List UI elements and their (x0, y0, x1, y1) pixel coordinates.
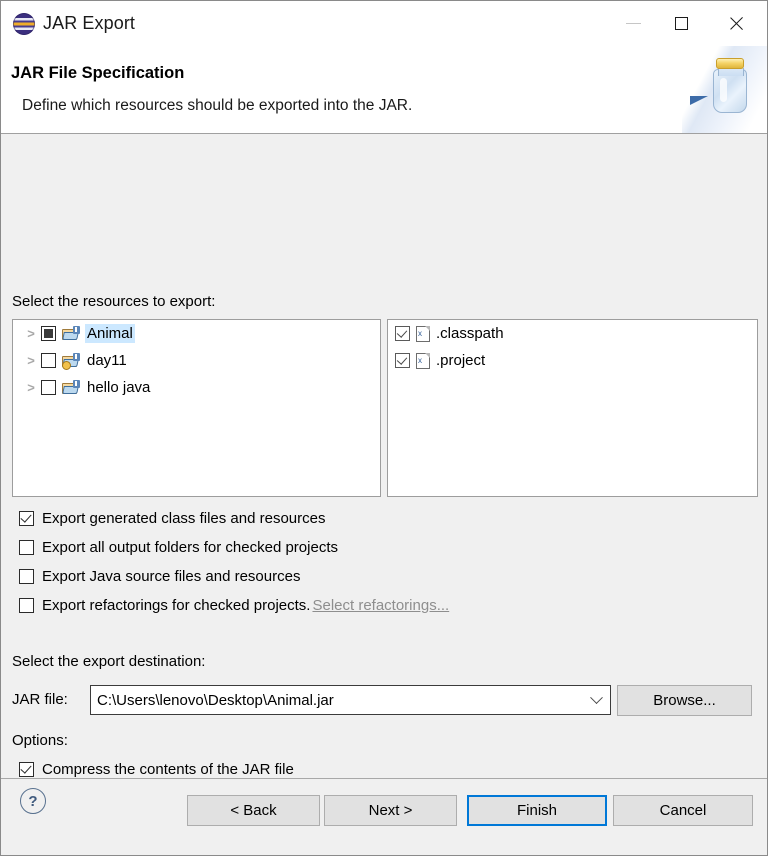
project-folder-icon (62, 380, 80, 396)
dialog-footer: ? < Back Next > Finish Cancel (1, 778, 767, 855)
xml-file-icon: x (416, 353, 430, 369)
jar-lid (716, 58, 744, 69)
jar-shine (720, 78, 727, 102)
checkbox-box[interactable] (19, 540, 34, 555)
jar-file-input[interactable]: C:\Users\lenovo\Desktop\Animal.jar (91, 692, 582, 709)
checkbox-export-refactorings[interactable]: Export refactorings for checked projects… (19, 594, 449, 616)
tree-item-label[interactable]: Animal (85, 324, 135, 343)
tree-checkbox[interactable] (41, 380, 56, 395)
maximize-button[interactable] (657, 1, 705, 46)
page-title: JAR File Specification (11, 64, 184, 83)
project-folder-icon (62, 326, 80, 342)
close-button[interactable] (705, 1, 767, 46)
checkbox-box[interactable] (19, 569, 34, 584)
finish-button[interactable]: Finish (467, 795, 607, 826)
window-controls (609, 1, 767, 46)
jar-neck (718, 68, 744, 76)
jar-file-combo[interactable]: C:\Users\lenovo\Desktop\Animal.jar (90, 685, 611, 715)
next-button[interactable]: Next > (324, 795, 457, 826)
chevron-right-icon[interactable]: > (21, 354, 41, 367)
minimize-button[interactable] (609, 1, 657, 46)
checkbox-label: Export all output folders for checked pr… (42, 539, 338, 556)
checkbox-export-java-source-files[interactable]: Export Java source files and resources (19, 565, 300, 587)
help-icon[interactable]: ? (20, 788, 46, 814)
list-item[interactable]: x .project (388, 347, 757, 374)
minimize-icon (626, 23, 641, 24)
xml-file-icon: x (416, 326, 430, 342)
checkbox-label: Export Java source files and resources (42, 568, 300, 585)
project-folder-warning-icon (62, 353, 80, 369)
browse-button[interactable]: Browse... (617, 685, 752, 716)
select-refactorings-link: Select refactorings... (312, 597, 449, 614)
window-title: JAR Export (43, 13, 135, 34)
tree-row[interactable]: > hello java (13, 374, 380, 401)
chevron-down-icon[interactable] (582, 696, 610, 705)
tree-item-label[interactable]: day11 (85, 351, 129, 370)
checkbox-label: Compress the contents of the JAR file (42, 761, 294, 778)
eclipse-icon (13, 13, 35, 35)
file-item-label[interactable]: .project (434, 351, 487, 370)
title-bar: JAR Export (1, 1, 767, 46)
checkbox-export-generated-class-files[interactable]: Export generated class files and resourc… (19, 507, 325, 529)
checkbox-compress-contents[interactable]: Compress the contents of the JAR file (19, 758, 294, 780)
jar-export-dialog: JAR Export JAR File Specification Define… (0, 0, 768, 856)
page-description: Define which resources should be exporte… (22, 97, 412, 115)
wizard-header: JAR File Specification Define which reso… (1, 46, 767, 134)
checkbox-box[interactable] (19, 762, 34, 777)
close-icon (728, 15, 745, 32)
jar-bottle-icon (682, 46, 767, 133)
back-button[interactable]: < Back (187, 795, 320, 826)
tree-row[interactable]: > day11 (13, 347, 380, 374)
file-checkbox[interactable] (395, 353, 410, 368)
cancel-button[interactable]: Cancel (613, 795, 753, 826)
jar-file-label: JAR file: (12, 691, 68, 708)
title-bar-left: JAR Export (1, 13, 135, 35)
tree-checkbox[interactable] (41, 326, 56, 341)
dialog-body: Select the resources to export: > Animal… (1, 134, 767, 778)
resources-label: Select the resources to export: (12, 293, 215, 310)
checkbox-box[interactable] (19, 598, 34, 613)
tree-item-label[interactable]: hello java (85, 378, 152, 397)
chevron-right-icon[interactable]: > (21, 327, 41, 340)
maximize-icon (675, 17, 688, 30)
resource-file-panel[interactable]: x .classpath x .project (387, 319, 758, 497)
checkbox-label: Export refactorings for checked projects… (42, 597, 310, 614)
file-checkbox[interactable] (395, 326, 410, 341)
file-item-label[interactable]: .classpath (434, 324, 506, 343)
tree-checkbox[interactable] (41, 353, 56, 368)
checkbox-label: Export generated class files and resourc… (42, 510, 325, 527)
resource-tree-panel[interactable]: > Animal > day11 > (12, 319, 381, 497)
checkbox-box[interactable] (19, 511, 34, 526)
checkbox-export-all-output-folders[interactable]: Export all output folders for checked pr… (19, 536, 338, 558)
chevron-right-icon[interactable]: > (21, 381, 41, 394)
jar-graphic (712, 58, 748, 114)
destination-label: Select the export destination: (12, 653, 205, 670)
options-label: Options: (12, 732, 68, 749)
tree-row[interactable]: > Animal (13, 320, 380, 347)
list-item[interactable]: x .classpath (388, 320, 757, 347)
